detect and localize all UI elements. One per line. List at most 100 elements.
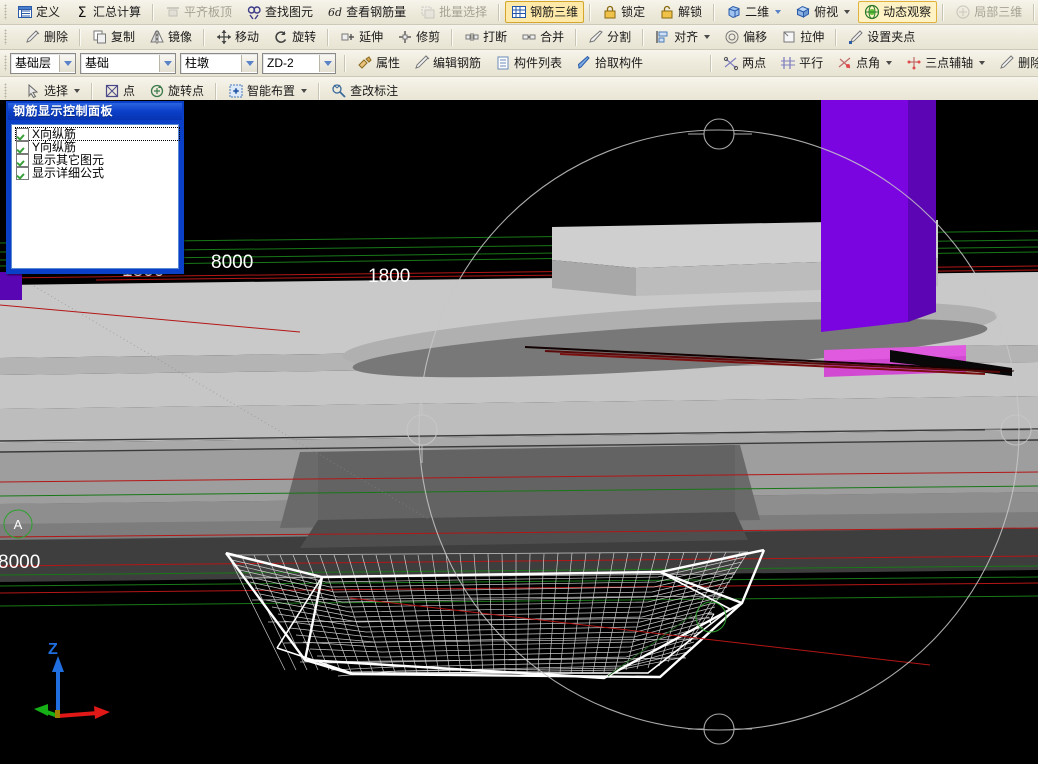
chevron-down-icon[interactable]	[301, 89, 308, 93]
set-grip-icon	[848, 29, 864, 45]
toolbar-button-label: 设置夹点	[867, 30, 916, 44]
toolbar-button-split[interactable]: 分割	[582, 26, 637, 48]
break-icon	[464, 29, 480, 45]
toolbar-button-break[interactable]: 打断	[458, 26, 513, 48]
toolbar-button-three-point-axis[interactable]: 三点辅轴	[900, 52, 991, 74]
checkbox-icon[interactable]	[16, 140, 29, 154]
checkbox-icon[interactable]	[16, 127, 29, 141]
toolbar-separator	[344, 54, 346, 72]
toolbar-button-delete[interactable]: 删除	[19, 26, 74, 48]
svg-text:Σ: Σ	[78, 5, 87, 20]
toolbar-button-top-view[interactable]: 俯视	[789, 1, 856, 23]
move-icon	[216, 29, 232, 45]
checkbox-icon[interactable]	[16, 166, 29, 180]
toolbar-button-check-annotation[interactable]: 查改标注	[325, 80, 404, 102]
rebar-3d-icon	[511, 4, 527, 20]
rebar-option-row[interactable]: 显示详细公式	[16, 166, 176, 180]
toolbar-button-view-2d[interactable]: 二维	[720, 1, 787, 23]
toolbar-button-label: 对齐	[674, 30, 699, 44]
check-annotation-icon	[331, 83, 347, 99]
rebar-option-label: 显示其它图元	[32, 153, 105, 167]
toolbar-button-point[interactable]: 点	[98, 80, 141, 102]
rebar-option-label: 显示详细公式	[32, 166, 105, 180]
component-type-combo-value: 柱墩	[185, 55, 210, 70]
toolbar-button-dynamic-observe[interactable]: 动态观察	[858, 1, 938, 23]
toolbar-button-point-angle[interactable]: 点角	[831, 52, 898, 74]
pick-component-icon	[576, 55, 592, 71]
toolbar-button-properties[interactable]: 属性	[351, 52, 406, 74]
toolbar-button-edit-rebar[interactable]: 编辑钢筋	[408, 52, 487, 74]
offset-icon	[724, 29, 740, 45]
delete-icon	[25, 29, 41, 45]
floor-combo-dropdown-button[interactable]	[59, 54, 75, 72]
toolbar-separator	[451, 28, 454, 46]
rebar-option-row[interactable]: Y向纵筋	[16, 140, 176, 154]
chevron-down-icon[interactable]	[844, 10, 851, 14]
chevron-down-icon[interactable]	[979, 61, 986, 65]
column-purple-right	[821, 100, 936, 332]
component-type-combo-dropdown-button[interactable]	[241, 54, 257, 72]
delete-axis-icon	[999, 55, 1015, 71]
toolbar-button-rotate[interactable]: 旋转	[267, 26, 322, 48]
toolbar-button-offset[interactable]: 偏移	[718, 26, 773, 48]
toolbar-button-select-arrow[interactable]: 选择	[19, 80, 86, 102]
toolbar-separator	[575, 28, 578, 46]
toolbar-button-pick-component[interactable]: 拾取构件	[570, 52, 649, 74]
category-combo[interactable]: 基础	[80, 52, 176, 74]
checkbox-icon[interactable]	[16, 153, 29, 167]
toolbar-button-find-element[interactable]: 查找图元	[240, 1, 319, 23]
toolbar-button-extend[interactable]: 延伸	[334, 26, 389, 48]
toolbar-button-move[interactable]: 移动	[210, 26, 265, 48]
toolbar-separator	[942, 3, 945, 21]
toolbar-button-label: 智能布置	[247, 84, 296, 98]
toolbar-grip[interactable]	[4, 29, 7, 45]
svg-text:6d: 6d	[328, 6, 342, 19]
toolbar-separator	[589, 3, 592, 21]
toolbar-button-smart-layout[interactable]: 智能布置	[222, 80, 313, 102]
chevron-down-icon[interactable]	[74, 89, 81, 93]
toolbar-button-lock[interactable]: 锁定	[596, 1, 651, 23]
toolbar-button-label: 删除辅轴	[1018, 56, 1038, 70]
component-type-combo[interactable]: 柱墩	[180, 52, 258, 74]
toolbar-grip[interactable]	[4, 55, 7, 71]
toolbar-button-rotate-point[interactable]: 旋转点	[143, 80, 210, 102]
floor-combo[interactable]: 基础层	[10, 52, 76, 74]
toolbar-button-trim[interactable]: 修剪	[391, 26, 446, 48]
toolbar-button-component-list[interactable]: 构件列表	[489, 52, 568, 74]
toolbar-button-rebar-3d[interactable]: 钢筋三维	[505, 1, 585, 23]
toolbar-button-parallel[interactable]: 平行	[774, 52, 829, 74]
toolbar-button-delete-axis[interactable]: 删除辅轴	[993, 52, 1038, 74]
toolbar-button-mirror[interactable]: 镜像	[143, 26, 198, 48]
toolbar-button-view-rebar-qty[interactable]: 6d 查看钢筋量	[321, 1, 412, 23]
ucs-z-label: Z	[48, 641, 58, 658]
rebar-display-control-panel[interactable]: 钢筋显示控制面板 X向纵筋 Y向纵筋 显示其它图元 显示详细公式	[6, 101, 184, 274]
application-window: 定义 Σ 汇总计算 平齐板顶 查找图元 6d 查看钢筋量 批量选择 钢筋三维 锁定 解锁 二维 俯视 动态…	[0, 0, 1038, 764]
category-combo-dropdown-button[interactable]	[159, 54, 175, 72]
chevron-down-icon[interactable]	[704, 35, 711, 39]
toolbar-grip[interactable]	[4, 83, 7, 99]
align-icon	[655, 29, 671, 45]
toolbar-button-label: 复制	[111, 30, 136, 44]
toolbar-button-label: 拉伸	[800, 30, 825, 44]
extend-icon	[340, 29, 356, 45]
toolbar-button-align[interactable]: 对齐	[649, 26, 716, 48]
toolbar-button-define[interactable]: 定义	[11, 1, 66, 23]
toolbar-grip[interactable]	[4, 4, 7, 20]
component-name-combo[interactable]: ZD-2	[262, 52, 336, 74]
toolbar-button-merge[interactable]: 合并	[515, 26, 570, 48]
toolbar-button-set-grip[interactable]: 设置夹点	[842, 26, 921, 48]
rebar-option-row[interactable]: X向纵筋	[15, 127, 180, 141]
column-purple-left	[0, 272, 22, 300]
chevron-down-icon[interactable]	[886, 61, 893, 65]
chevron-down-icon[interactable]	[775, 10, 782, 14]
toolbar-button-unlock[interactable]: 解锁	[653, 1, 708, 23]
rebar-option-row[interactable]: 显示其它图元	[16, 153, 176, 167]
toolbar-row-component: 基础层基础柱墩ZD-2属性编辑钢筋构件列表拾取构件两点平行点角三点辅轴删除辅轴尺…	[0, 50, 1038, 77]
category-combo-value: 基础	[85, 55, 110, 70]
toolbar-button-copy[interactable]: 复制	[86, 26, 141, 48]
component-name-combo-dropdown-button[interactable]	[319, 54, 335, 72]
toolbar-button-stretch[interactable]: 拉伸	[775, 26, 830, 48]
toolbar-separator	[713, 3, 716, 21]
toolbar-button-sigma[interactable]: Σ 汇总计算	[68, 1, 147, 23]
toolbar-button-two-point[interactable]: 两点	[717, 52, 772, 74]
